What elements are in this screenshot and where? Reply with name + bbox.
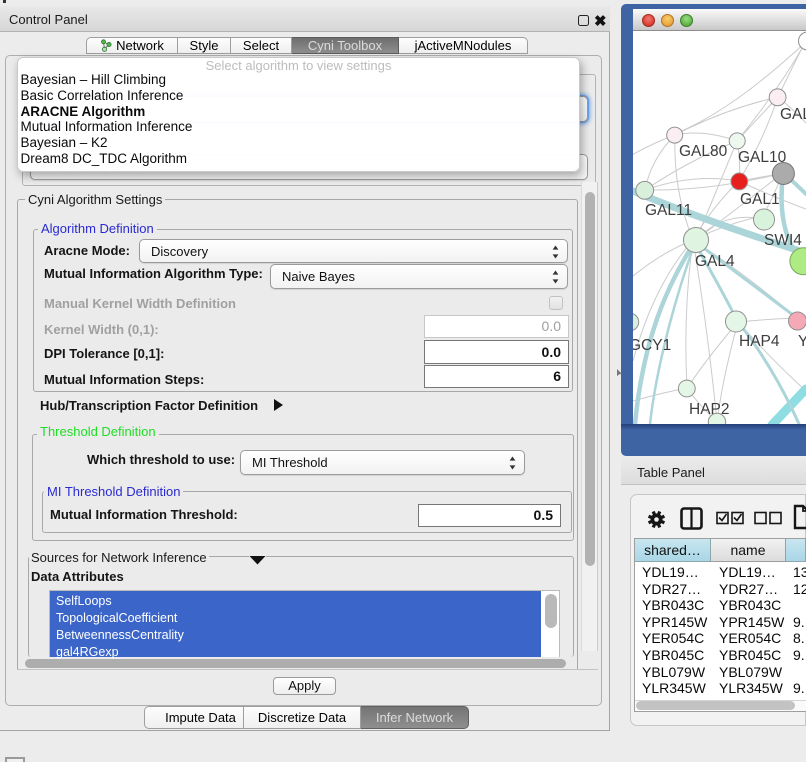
- svg-text:GAL2: GAL2: [780, 106, 806, 123]
- svg-text:SWI4: SWI4: [764, 232, 802, 249]
- svg-text:YJ: YJ: [798, 333, 806, 350]
- svg-text:GAL80: GAL80: [679, 143, 728, 160]
- svg-text:GAL1: GAL1: [740, 191, 780, 208]
- svg-text:GCY1: GCY1: [633, 337, 671, 354]
- svg-text:HAP2: HAP2: [689, 401, 730, 418]
- svg-text:GAL11: GAL11: [645, 202, 692, 219]
- svg-text:GAL10: GAL10: [738, 149, 787, 166]
- svg-text:GAL4: GAL4: [695, 253, 735, 270]
- svg-text:HAP4: HAP4: [739, 333, 780, 350]
